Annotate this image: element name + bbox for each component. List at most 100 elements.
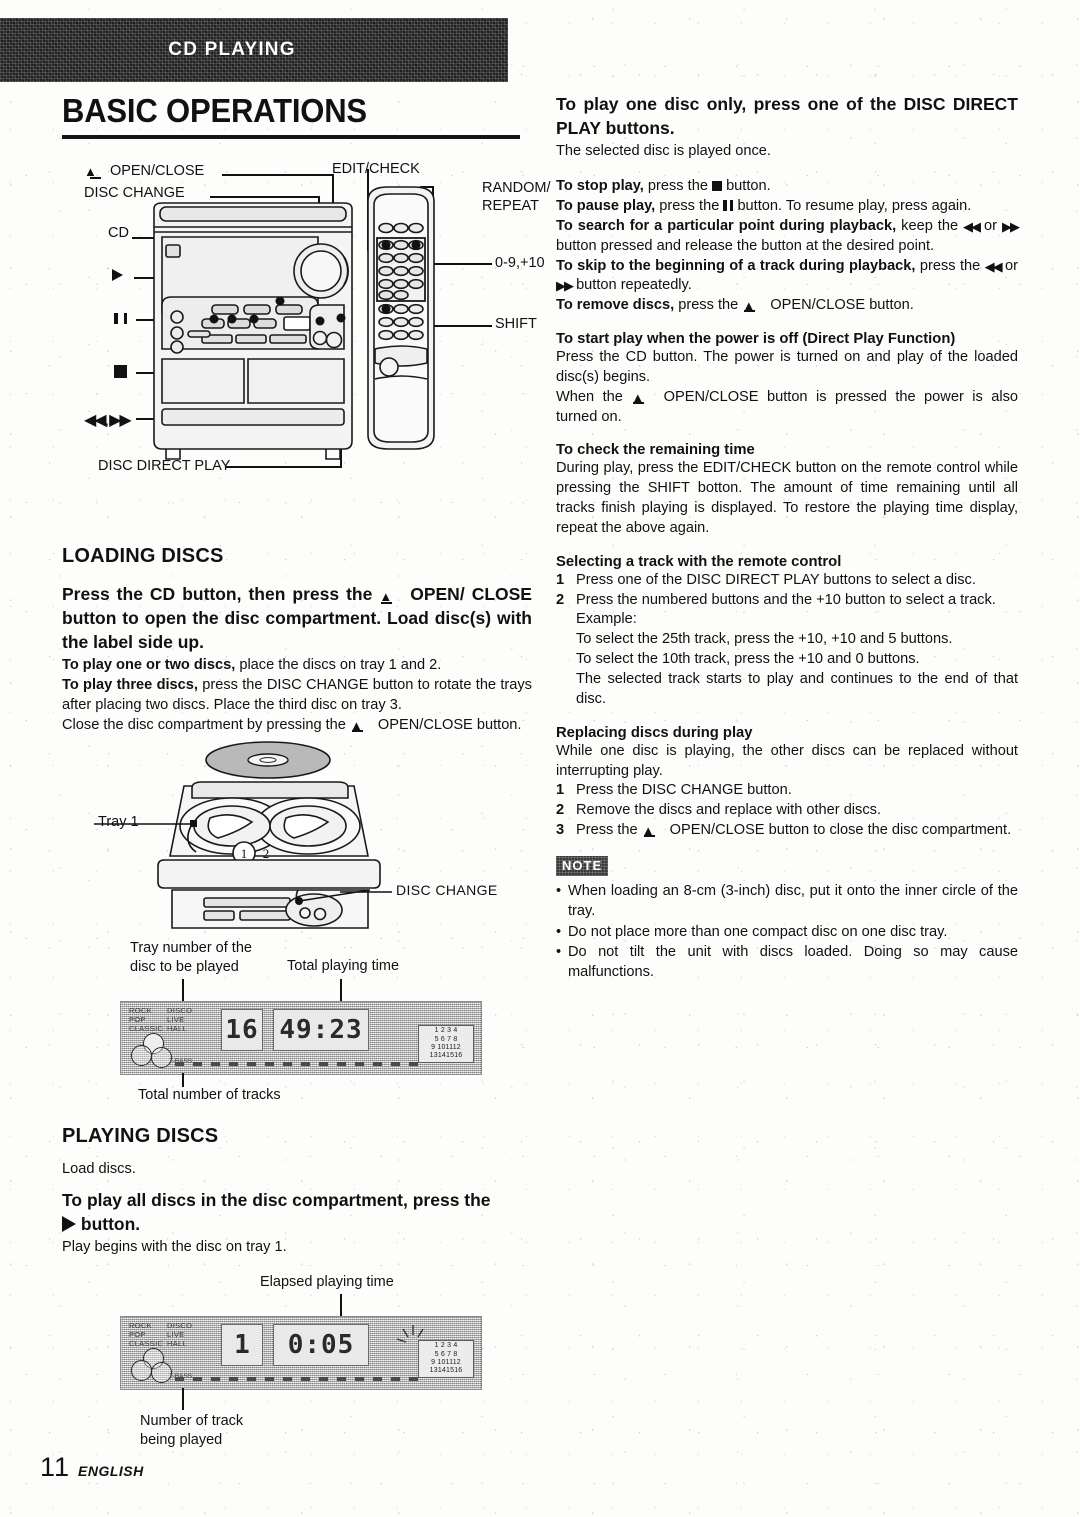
disc-direct-lead: To play one disc only, press one of the … <box>556 94 1018 139</box>
callout-tray-number: Tray number of the disc to be played <box>130 939 252 975</box>
remaining-time-heading: To check the remaining time <box>556 442 755 459</box>
note-text: Do not tilt the unit with discs loaded. … <box>568 944 1018 981</box>
direct-play-p2a: When the <box>556 388 623 405</box>
control-pause-t1: press the <box>659 197 720 214</box>
replacing-discs-heading: Replacing discs during play <box>556 724 753 741</box>
control-remove-bold: To remove discs, <box>556 297 675 314</box>
list-number: 2 <box>556 802 565 819</box>
loading-line2-bold: To play three discs, <box>62 677 198 694</box>
playing-lead-text: To play all discs in the disc compartmen… <box>62 1189 491 1210</box>
track-number-display: 1 <box>221 1323 263 1366</box>
control-search: To search for a particular point during … <box>556 217 1020 257</box>
display-panel-playing: ROCKDISCO POPLIVE CLASSICHALL T-BASS 1 0… <box>120 1315 482 1390</box>
eject-icon: ▲ <box>631 389 645 405</box>
list-text: Press the ▲ OPEN/CLOSE button to close t… <box>576 821 1018 841</box>
control-skip-bold: To skip to the beginning of a track duri… <box>556 257 916 274</box>
stop-icon <box>712 181 722 192</box>
replacing-item-3: 3 Press the ▲ OPEN/CLOSE button to close… <box>556 821 1018 841</box>
list-number: 1 <box>556 782 565 799</box>
remaining-time-body: During play, press the EDIT/CHECK button… <box>556 460 1018 536</box>
note-item: • Do not place more than one compact dis… <box>556 923 1018 943</box>
note-text: When loading an 8-cm (3-inch) disc, put … <box>568 882 1018 919</box>
note-item: • When loading an 8-cm (3-inch) disc, pu… <box>556 882 1018 922</box>
loading-discs-heading: LOADING DISCS <box>62 545 224 567</box>
control-stop-t2: button. <box>726 178 771 195</box>
elapsed-time-display: 0:05 <box>273 1323 369 1366</box>
figure-system-and-remote: ▲ OPEN/CLOSE DISC CHANGE CD ◀◀,▶▶ DISC D… <box>62 153 550 545</box>
playing-body: Play begins with the disc on tray 1. <box>62 1238 287 1255</box>
dash-row <box>175 1376 425 1381</box>
note-badge: NOTE <box>556 856 608 876</box>
select-track-heading: Selecting a track with the remote contro… <box>556 553 842 570</box>
eq-mode-labels: ROCK DISCO POP LIVE CLASSIC HALL <box>129 1320 193 1348</box>
list-text: Press the numbered buttons and the +10 b… <box>576 591 996 608</box>
track-number-grid: 1 2 3 4 5 6 7 8 9 101112 13141516 <box>418 1024 474 1063</box>
footer: 11 ENGLISH <box>40 1452 144 1483</box>
list-text: Remove the discs and replace with other … <box>576 802 881 819</box>
select-track-item-1: 1 Press one of the DISC DIRECT PLAY butt… <box>556 571 1018 591</box>
tray-number-2: 2 <box>263 846 270 861</box>
play-icon <box>62 1215 76 1232</box>
eject-icon: ▲ <box>742 298 756 314</box>
select-track-example-3: The selected track starts to play and co… <box>576 671 1018 707</box>
list-number: 3 <box>556 822 565 839</box>
select-track-example-1: To select the 25th track, press the +10,… <box>576 631 953 648</box>
control-remove: To remove discs, press the ▲ OPEN/CLOSE … <box>556 296 1018 316</box>
control-skip-t1: press the <box>919 257 981 274</box>
callout-track-being-played: Number of track being played <box>140 1412 244 1448</box>
playing-lead: To play all discs in the disc compartmen… <box>62 1188 532 1236</box>
control-skip-t2: button repeatedly. <box>576 277 692 294</box>
rewind-icon: ◀◀ <box>984 258 1003 274</box>
loading-lead-part2: OPEN/ <box>410 584 465 604</box>
replacing-intro: While one disc is playing, the other dis… <box>556 742 1018 779</box>
right-column: To play one disc only, press one of the … <box>556 92 1020 984</box>
direct-play-p2: When the ▲ OPEN/CLOSE button is pressed … <box>556 388 1018 428</box>
control-stop-t1: press the <box>647 178 708 195</box>
control-search-bold: To search for a particular point during … <box>556 217 897 234</box>
blink-rays-icon <box>396 1324 424 1343</box>
dash-row <box>175 1061 425 1066</box>
fastforward-icon: ▶▶ <box>556 278 574 294</box>
control-pause-t2: button. To resume play, press again. <box>737 197 972 214</box>
eject-icon: ▲ <box>349 717 363 733</box>
disc-tray-illustration: 1 2 <box>94 740 392 929</box>
eq-mode-labels: ROCK DISCO POP LIVE CLASSIC HALL <box>129 1005 193 1033</box>
list-text: Press one of the DISC DIRECT PLAY button… <box>576 571 976 588</box>
lcd2-group: Elapsed playing time ROCK DISCO POP LIVE C… <box>62 1273 532 1448</box>
direct-play-heading: To start play when the power is off (Dir… <box>556 331 956 348</box>
section-band: CD PLAYING <box>0 18 508 82</box>
playing-intro: Load discs. <box>62 1160 136 1177</box>
page-title: BASIC OPERATIONS <box>62 92 367 129</box>
loading-line1-text: place the discs on tray 1 and 2. <box>239 657 442 674</box>
replacing-item3-t2: OPEN/CLOSE button to close the disc comp… <box>669 822 1012 839</box>
label-disc-change-tray: DISC CHANGE <box>396 881 498 898</box>
rewind-icon: ◀◀ <box>963 218 981 234</box>
footer-language: ENGLISH <box>78 1463 144 1479</box>
select-track-item-2: 2 Press the numbered buttons and the +10… <box>556 591 1018 611</box>
replacing-item3-t1: Press the <box>576 822 638 839</box>
control-stop: To stop play, press the button. <box>556 177 1018 197</box>
fastforward-icon: ▶▶ <box>1001 218 1020 234</box>
callout-total-tracks: Total number of tracks <box>138 1086 281 1103</box>
loading-body-3: Close the disc compartment by pressing t… <box>62 716 532 736</box>
control-stop-bold: To stop play, <box>556 178 644 195</box>
eject-icon: ▲ <box>641 823 655 839</box>
note-item: • Do not tilt the unit with discs loaded… <box>556 943 1018 983</box>
page-number: 11 <box>40 1452 71 1482</box>
control-skip: To skip to the beginning of a track duri… <box>556 257 1018 297</box>
loading-line3-a: Close the disc compartment by pressing t… <box>62 716 346 733</box>
select-track-example-2: To select the 10th track, press the +10 … <box>576 651 920 668</box>
total-time-display: 49:23 <box>273 1008 369 1051</box>
list-number: 2 <box>556 591 565 608</box>
direct-play-p2b: OPEN/CLOSE button is pressed the power i… <box>556 388 1019 425</box>
replacing-item-1: 1 Press the DISC CHANGE button. <box>556 781 1018 801</box>
control-skip-or: or <box>1005 257 1018 274</box>
loading-discs-lead: Press the CD button, then press the ▲ OP… <box>62 582 532 654</box>
playing-lead-button-word: button. <box>80 1213 141 1234</box>
display-panel-loaded: ROCKDISCO POPLIVE CLASSICHALL T-BASS 16 … <box>120 1000 482 1075</box>
loading-body-2: To play three discs, press the DISC CHAN… <box>62 676 532 716</box>
callout-elapsed-time: Elapsed playing time <box>260 1273 394 1290</box>
loading-line1-bold: To play one or two discs, <box>62 657 236 674</box>
bullet-icon: • <box>556 923 562 940</box>
tray-number-display: 16 <box>221 1008 263 1051</box>
